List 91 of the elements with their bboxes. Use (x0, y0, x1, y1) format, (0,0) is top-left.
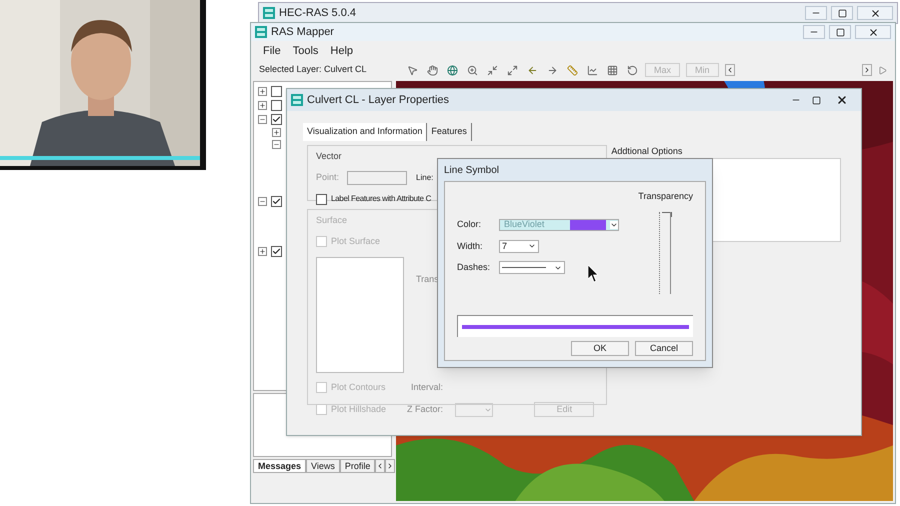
maximize-button[interactable] (831, 6, 853, 20)
slider-label: Transparency (638, 190, 693, 203)
dashes-dropdown[interactable] (499, 261, 565, 274)
maximize-button[interactable] (829, 25, 851, 39)
ruler-icon (566, 64, 578, 76)
pointer-icon (406, 64, 418, 76)
toolbar-button[interactable] (605, 63, 619, 77)
checkbox[interactable] (271, 100, 282, 111)
close-icon (868, 26, 878, 38)
dialog-title: Culvert CL - Layer Properties (307, 92, 450, 108)
menu-item[interactable]: Tools (292, 42, 318, 60)
menu-item[interactable]: Help (330, 42, 354, 60)
checkbox-label: Label Features with Attribute C (331, 193, 432, 205)
toolbar-button[interactable] (585, 63, 599, 77)
menu-item[interactable]: File (263, 42, 281, 60)
grid-icon (606, 64, 618, 76)
color-name: BlueViolet (503, 218, 546, 231)
toolbar-button[interactable] (485, 63, 499, 77)
cancel-button[interactable]: Cancel (635, 341, 693, 356)
scroll-left-button[interactable] (724, 64, 735, 76)
field-label: Line: (416, 172, 434, 184)
toolbar-button[interactable] (565, 63, 579, 77)
app-icon (255, 26, 267, 38)
shrink-icon (486, 64, 498, 76)
play-icon (878, 66, 887, 74)
width-dropdown[interactable]: 7 (499, 240, 539, 253)
tab-scroll-left[interactable] (375, 459, 386, 473)
expand-arrows-icon (506, 64, 518, 76)
window-title: RAS Mapper (271, 24, 335, 40)
transparency-slider[interactable] (658, 212, 673, 294)
expand-icon[interactable] (272, 128, 281, 137)
field-label: Z Factor: (407, 402, 444, 416)
toolbar-button[interactable] (425, 63, 439, 77)
app-icon (263, 7, 275, 19)
group-title: Surface (316, 214, 348, 226)
checkbox-label: Plot Hillshade (331, 402, 388, 416)
close-button[interactable] (857, 6, 893, 20)
tab[interactable]: Messages (253, 459, 306, 473)
checkbox[interactable] (271, 246, 282, 257)
checkbox-label: Plot Contours (331, 380, 387, 394)
group-title: Vector (316, 150, 342, 162)
collapse-icon[interactable] (258, 115, 267, 124)
tab[interactable]: Features (427, 123, 472, 140)
field-label: Point: (316, 171, 340, 184)
expand-icon[interactable] (258, 247, 267, 256)
field-label: Color: (457, 218, 482, 231)
group-title: Addtional Options (611, 144, 684, 158)
zoom-in-icon (466, 64, 478, 76)
expand-icon[interactable] (258, 87, 267, 96)
maximize-icon (812, 96, 820, 104)
collapse-icon[interactable] (258, 197, 267, 206)
right-arrow-icon (546, 64, 558, 76)
dialog-title: Line Symbol (444, 164, 500, 178)
hand-icon (426, 64, 438, 76)
toolbar-button[interactable] (505, 63, 519, 77)
tab[interactable]: Visualization and Information (303, 123, 428, 140)
field-label: Interval: (411, 380, 444, 394)
right-chevron-icon (863, 66, 871, 74)
globe-icon (446, 64, 458, 76)
field-label: Width: (457, 240, 484, 252)
maximize-icon (836, 28, 844, 36)
toolbar-button[interactable] (445, 63, 459, 77)
ok-button[interactable]: OK (571, 341, 629, 356)
maximize-icon (838, 8, 846, 18)
app-icon (291, 94, 303, 106)
toolbar-button[interactable] (465, 63, 479, 77)
checkbox[interactable] (271, 114, 282, 125)
selected-layer-label: Selected Layer: Culvert CL (259, 63, 368, 76)
point-symbol-field[interactable] (347, 171, 408, 185)
field-label: Dashes: (457, 261, 492, 274)
rotate-icon (626, 64, 638, 76)
checkbox-label: Plot Surface (331, 235, 380, 248)
collapse-icon[interactable] (272, 140, 281, 149)
checkbox[interactable] (271, 86, 282, 97)
close-icon (870, 8, 880, 18)
checkbox[interactable] (316, 194, 327, 204)
window-title: HEC-RAS 5.0.4 (279, 6, 358, 21)
close-button[interactable] (855, 25, 891, 39)
chart-icon (586, 64, 598, 76)
toolbar-button[interactable] (625, 63, 639, 77)
checkbox[interactable] (271, 196, 282, 207)
left-arrow-icon (526, 64, 538, 76)
tab[interactable]: Views (306, 459, 340, 473)
tab[interactable]: Profile (340, 459, 376, 473)
scroll-right-button[interactable] (862, 64, 872, 76)
close-icon (836, 94, 848, 106)
dropdown-arrow-icon (610, 220, 618, 229)
line-style-icon (502, 267, 546, 268)
mouse-cursor-icon (588, 265, 598, 283)
tab-scroll-right[interactable] (385, 459, 396, 473)
expand-icon[interactable] (258, 101, 267, 110)
